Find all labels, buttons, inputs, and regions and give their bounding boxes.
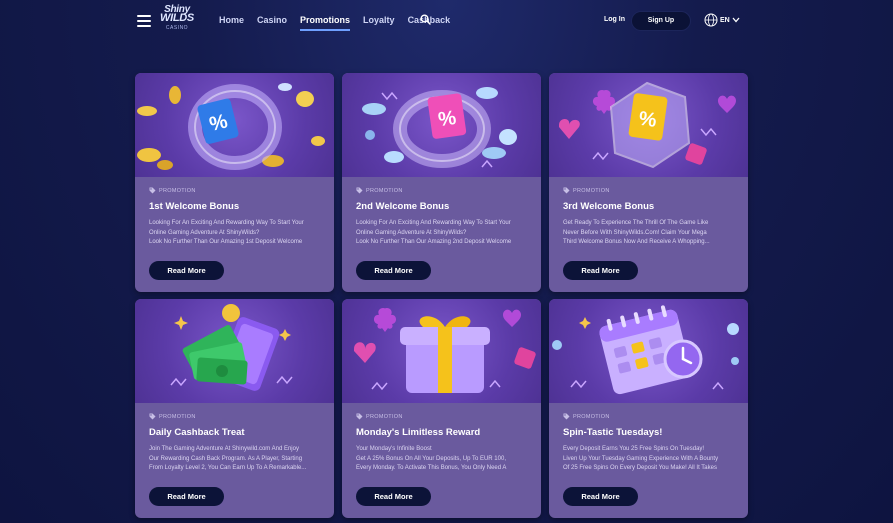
promotion-tag: PROMOTION <box>356 413 527 420</box>
tag-icon <box>149 413 156 420</box>
card-description-line: Third Welcome Bonus Now And Receive A Wh… <box>563 239 710 245</box>
tag-label: PROMOTION <box>573 413 610 420</box>
promotion-tag: PROMOTION <box>563 187 734 194</box>
gift-box-icon <box>342 299 541 403</box>
promo-card[interactable]: % PROMOTION 2nd Welcome Bonus Looking Fo… <box>342 73 541 292</box>
card-description: Looking For An Exciting And Rewarding Wa… <box>149 219 320 249</box>
tag-label: PROMOTION <box>366 187 403 194</box>
login-link[interactable]: Log In <box>604 16 625 23</box>
promo-image: % <box>135 73 334 177</box>
search-icon[interactable] <box>420 14 431 25</box>
logo-line3: CASINO <box>165 25 189 31</box>
card-description-line: Join The Gaming Adventure At Shinywild.c… <box>149 446 299 452</box>
promo-card[interactable]: PROMOTION Monday's Limitless Reward Your… <box>342 299 541 518</box>
card-description-line: Looking For An Exciting And Rewarding Wa… <box>356 220 511 226</box>
language-selector[interactable]: EN <box>704 13 740 27</box>
card-description-line: Get A 25% Bonus On All Your Deposits, Up… <box>356 455 506 462</box>
card-description-line: Of 25 Free Spins On Every Deposit You Ma… <box>563 465 717 471</box>
svg-text:%: % <box>437 107 458 131</box>
card-description: Join The Gaming Adventure At Shinywild.c… <box>149 445 320 475</box>
promo-image <box>549 299 748 403</box>
promotion-tag: PROMOTION <box>149 413 320 420</box>
card-description-line: Every Monday. To Activate This Bonus, Yo… <box>356 465 507 471</box>
tag-label: PROMOTION <box>366 413 403 420</box>
tag-icon <box>356 413 363 420</box>
tag-icon <box>356 187 363 194</box>
nav-loyalty[interactable]: Loyalty <box>363 15 395 31</box>
promo-card[interactable]: % PROMOTION 1st Welcome Bonus Looking Fo… <box>135 73 334 292</box>
card-description-line: Get Ready To Experience The Thrill Of Th… <box>563 220 709 226</box>
card-title: Spin-Tastic Tuesdays! <box>563 427 663 438</box>
promo-image: % <box>549 73 748 177</box>
globe-icon <box>704 13 718 27</box>
card-description: Every Deposit Earns You 25 Free Spins On… <box>563 445 734 475</box>
percent-tag-ring-icon: % <box>342 73 541 177</box>
promotion-tag: PROMOTION <box>149 187 320 194</box>
card-title: Monday's Limitless Reward <box>356 427 481 438</box>
card-title: Daily Cashback Treat <box>149 427 245 438</box>
percent-tag-ring-icon: % <box>135 73 334 177</box>
chevron-down-icon <box>732 17 740 23</box>
card-description: Get Ready To Experience The Thrill Of Th… <box>563 219 734 249</box>
svg-text:%: % <box>637 108 658 132</box>
tag-label: PROMOTION <box>159 187 196 194</box>
card-description-line: Look No Further Than Our Amazing 2nd Dep… <box>356 239 512 245</box>
promotion-tag: PROMOTION <box>356 187 527 194</box>
card-description-line: Looking For An Exciting And Rewarding Wa… <box>149 220 304 226</box>
promotion-tag: PROMOTION <box>563 413 734 420</box>
card-description-line: Liven Up Your Tuesday Gaming Experience … <box>563 455 719 462</box>
tag-label: PROMOTION <box>573 187 610 194</box>
card-description: Looking For An Exciting And Rewarding Wa… <box>356 219 527 249</box>
card-description-line: Your Monday's Infinite Boost <box>356 446 432 452</box>
read-more-button[interactable]: Read More <box>356 261 431 280</box>
promotions-grid: % PROMOTION 1st Welcome Bonus Looking Fo… <box>135 73 748 518</box>
read-more-button[interactable]: Read More <box>149 487 224 506</box>
logo-line2: WILDS <box>160 12 194 24</box>
nav-casino[interactable]: Casino <box>257 15 287 31</box>
card-description-line: Never Before With ShinyWilds.Com! Claim … <box>563 229 707 236</box>
card-title: 3rd Welcome Bonus <box>563 201 655 212</box>
top-header: Shiny WILDS CASINO Home Casino Promotion… <box>0 0 893 44</box>
cash-phone-icon <box>135 299 334 403</box>
card-description-line: Online Gaming Adventure At ShinyWilds? <box>356 229 467 236</box>
promo-card[interactable]: % PROMOTION 3rd Welcome Bonus Get Ready … <box>549 73 748 292</box>
card-description-line: Look No Further Than Our Amazing 1st Dep… <box>149 239 303 245</box>
card-description: Your Monday's Infinite Boost Get A 25% B… <box>356 445 527 475</box>
card-title: 2nd Welcome Bonus <box>356 201 450 212</box>
promo-image: % <box>342 73 541 177</box>
promo-card[interactable]: PROMOTION Daily Cashback Treat Join The … <box>135 299 334 518</box>
percent-tag-hexagon-icon: % <box>549 73 748 177</box>
promo-image <box>342 299 541 403</box>
logo[interactable]: Shiny WILDS CASINO <box>158 5 196 39</box>
calendar-clock-icon <box>549 299 748 403</box>
main-nav: Home Casino Promotions Loyalty Cashback <box>219 15 450 31</box>
promo-card[interactable]: PROMOTION Spin-Tastic Tuesdays! Every De… <box>549 299 748 518</box>
tag-icon <box>149 187 156 194</box>
read-more-button[interactable]: Read More <box>356 487 431 506</box>
read-more-button[interactable]: Read More <box>149 261 224 280</box>
tag-icon <box>563 413 570 420</box>
nav-home[interactable]: Home <box>219 15 244 31</box>
card-description-line: Every Deposit Earns You 25 Free Spins On… <box>563 446 705 452</box>
promo-image <box>135 299 334 403</box>
read-more-button[interactable]: Read More <box>563 487 638 506</box>
card-description-line: From Loyalty Level 2, You Can Earn Up To… <box>149 465 307 471</box>
language-label: EN <box>720 16 730 24</box>
signup-button[interactable]: Sign Up <box>631 11 691 31</box>
menu-icon[interactable] <box>137 15 151 27</box>
card-description-line: Our Rewarding Cash Back Program. As A Pl… <box>149 455 303 462</box>
nav-promotions[interactable]: Promotions <box>300 15 351 31</box>
tag-label: PROMOTION <box>159 413 196 420</box>
read-more-button[interactable]: Read More <box>563 261 638 280</box>
card-description-line: Online Gaming Adventure At ShinyWilds? <box>149 229 260 236</box>
card-title: 1st Welcome Bonus <box>149 201 240 212</box>
tag-icon <box>563 187 570 194</box>
